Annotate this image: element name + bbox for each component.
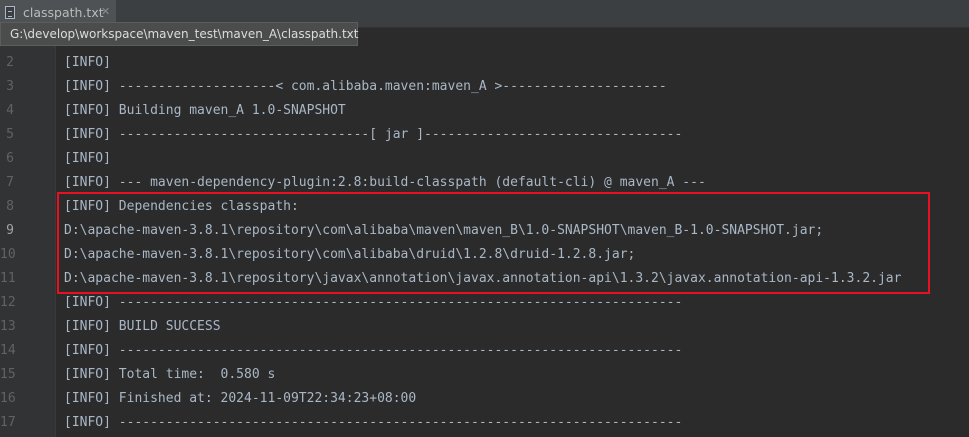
line-number: 8 — [6, 199, 14, 214]
code-line[interactable]: 16 [INFO] Finished at: 2024-11-09T22:34:2… — [0, 387, 969, 411]
code-line[interactable]: 6 [INFO] — [0, 147, 969, 171]
code-line[interactable]: 17 [INFO] -------------------------------… — [0, 411, 969, 435]
line-text: [INFO] — [64, 151, 111, 166]
line-number: 7 — [6, 175, 14, 190]
line-text: [INFO] Total time: 0.580 s — [64, 367, 276, 382]
line-number: 9 — [6, 223, 14, 238]
line-number: 4 — [6, 103, 14, 118]
text-file-icon — [5, 6, 15, 19]
line-number: 11 — [0, 271, 16, 286]
code-line[interactable]: 4 [INFO] Building maven_A 1.0-SNAPSHOT — [0, 99, 969, 123]
line-number: 5 — [6, 127, 14, 142]
code-line[interactable]: 15 [INFO] Total time: 0.580 s — [0, 363, 969, 387]
code-line[interactable]: 2 [INFO] — [0, 51, 969, 75]
line-number: 2 — [6, 55, 14, 70]
line-number: 17 — [0, 415, 16, 430]
line-number: 6 — [6, 151, 14, 166]
line-number: 12 — [0, 295, 16, 310]
code-line[interactable]: 3 [INFO] --------------------< com.alibab… — [0, 75, 969, 99]
classpath-highlight-box — [57, 192, 930, 294]
line-text: [INFO] --------------------------------[… — [64, 127, 683, 142]
line-text: [INFO] --------------------< com.alibaba… — [64, 79, 667, 94]
file-path-tooltip: G:\develop\workspace\maven_test\maven_A\… — [0, 22, 359, 46]
line-text: [INFO] ---------------------------------… — [64, 343, 683, 358]
line-text: [INFO] ---------------------------------… — [64, 295, 683, 310]
close-icon[interactable]: ✕ — [101, 6, 111, 17]
line-number: 16 — [0, 391, 16, 406]
line-number: 10 — [0, 247, 16, 262]
code-line[interactable]: 12 [INFO] -------------------------------… — [0, 291, 969, 315]
tab-label: classpath.txt — [23, 5, 104, 20]
line-number: 14 — [0, 343, 16, 358]
line-text: [INFO] BUILD SUCCESS — [64, 319, 221, 334]
line-text: [INFO] Building maven_A 1.0-SNAPSHOT — [64, 103, 346, 118]
line-number: 3 — [6, 79, 14, 94]
code-line[interactable]: 13 [INFO] BUILD SUCCESS — [0, 315, 969, 339]
code-line[interactable]: 5 [INFO] --------------------------------… — [0, 123, 969, 147]
code-line[interactable]: 14 [INFO] -------------------------------… — [0, 339, 969, 363]
line-number: 13 — [0, 319, 16, 334]
line-text: [INFO] — [64, 55, 111, 70]
line-text: [INFO] ---------------------------------… — [64, 415, 683, 430]
line-number: 15 — [0, 367, 16, 382]
line-text: [INFO] Finished at: 2024-11-09T22:34:23+… — [64, 391, 417, 406]
